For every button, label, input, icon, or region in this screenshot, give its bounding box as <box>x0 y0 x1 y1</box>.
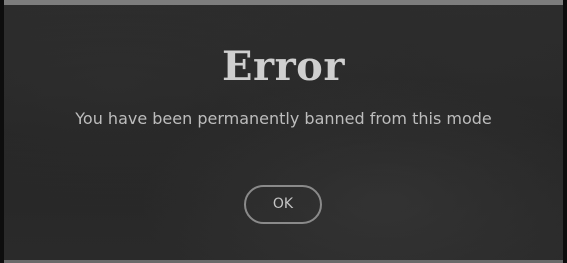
dialog-message: You have been permanently banned from th… <box>75 109 492 128</box>
error-dialog: Error You have been permanently banned f… <box>4 0 563 263</box>
dialog-title: Error <box>222 43 345 90</box>
screen: Error You have been permanently banned f… <box>0 0 567 263</box>
ok-button[interactable]: OK <box>244 185 322 224</box>
